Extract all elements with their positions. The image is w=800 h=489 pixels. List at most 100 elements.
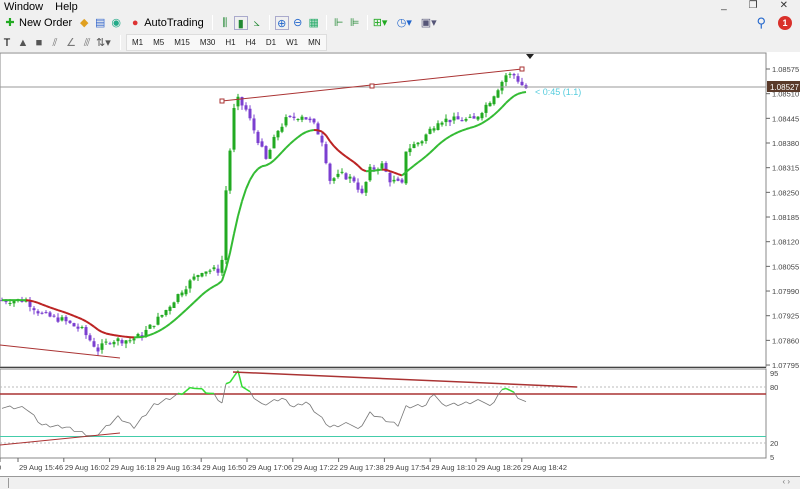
timeframe-h1[interactable]: H1	[220, 38, 240, 47]
candle-body	[436, 123, 440, 130]
candlestick-icon[interactable]: ▮	[233, 15, 248, 30]
candle-body	[368, 166, 372, 181]
candle-body	[112, 341, 116, 345]
candle-body	[48, 312, 52, 317]
candle-body	[440, 122, 444, 125]
chart-shift-icon[interactable]: ⊫	[348, 16, 362, 30]
candle-body	[80, 327, 84, 329]
candle-body	[220, 259, 224, 273]
candle-body	[484, 104, 488, 113]
timeframe-m30[interactable]: M30	[195, 38, 221, 47]
periods-icon[interactable]: ◷▾	[397, 16, 412, 30]
candle-body	[396, 178, 400, 181]
signals-icon[interactable]: ◉	[109, 16, 123, 30]
main-toolbar: ✚ New Order ◆ ▤ ◉ ● AutoTrading ⫼ ▮ ⦣ ⊕ ⊖ …	[0, 13, 437, 32]
candle-body	[352, 177, 356, 182]
chart-svg[interactable]: < 0:45 (1.1) 1.085751.085101.084451.0838…	[0, 52, 800, 476]
candle-body	[476, 116, 480, 120]
menu-bar: Window Help _ ❐ ✕	[0, 0, 800, 14]
ma-segment	[393, 171, 399, 175]
candle-body	[92, 341, 96, 347]
arrows-icon[interactable]: ⇅▾	[96, 36, 111, 50]
candle-body	[252, 118, 256, 131]
channel-icon[interactable]: ⫻	[80, 36, 94, 50]
auto-scroll-icon[interactable]: ⊩	[332, 16, 346, 30]
ma-segment	[61, 310, 67, 314]
candle-body	[496, 90, 500, 98]
timeframe-d1[interactable]: D1	[261, 38, 281, 47]
time-label: 29 Aug 18:26	[477, 463, 521, 472]
new-order-button[interactable]: ✚ New Order	[0, 14, 75, 31]
ma-segment	[317, 129, 323, 133]
candle-body	[500, 81, 504, 91]
angle-icon[interactable]: ∠	[64, 36, 78, 50]
candle-body	[264, 146, 268, 159]
notification-badge[interactable]: 1	[778, 16, 792, 30]
separator	[268, 15, 270, 30]
time-label: 29 Aug 15:46	[19, 463, 63, 472]
separator	[325, 15, 327, 30]
timeframe-m1[interactable]: M1	[127, 38, 148, 47]
timeframe-h4[interactable]: H4	[241, 38, 261, 47]
candle-body	[248, 108, 252, 119]
candle-body	[132, 338, 136, 341]
zoom-out-icon[interactable]: ⊖	[291, 16, 305, 30]
time-label: 29 Aug 18:42	[523, 463, 567, 472]
tile-windows-icon[interactable]: ▦	[307, 16, 321, 30]
bar-chart-icon[interactable]: ⫼	[218, 16, 232, 30]
candle-body	[120, 340, 124, 344]
zoom-in-icon[interactable]: ⊕	[274, 15, 289, 30]
close-icon[interactable]: ✕	[776, 0, 796, 11]
candle-body	[404, 151, 408, 184]
candle-body	[280, 126, 284, 132]
indicators-icon[interactable]: ⊞▾	[373, 16, 388, 30]
scroll-arrows-icon[interactable]: ‹ ›	[782, 477, 790, 486]
fibonacci-icon[interactable]: ⫽	[48, 36, 62, 50]
price-label: 1.08185	[772, 213, 799, 222]
menu-window[interactable]: Window	[0, 1, 51, 13]
timeframe-mn[interactable]: MN	[303, 38, 325, 47]
trend-anchor	[519, 66, 525, 72]
candle-body	[348, 176, 352, 179]
candle-body	[304, 117, 308, 120]
candle-body	[168, 306, 172, 311]
text-label-icon[interactable]: T	[0, 36, 14, 50]
menu-help[interactable]: Help	[51, 1, 86, 13]
autotrading-button[interactable]: ● AutoTrading	[125, 14, 207, 31]
chart-window[interactable]: < 0:45 (1.1) 1.08575 1.08510 1.08445 1.0838…	[0, 52, 800, 476]
market-watch-icon[interactable]: ◆	[77, 16, 91, 30]
candle-body	[392, 179, 396, 182]
navigator-icon[interactable]: ▤	[93, 16, 107, 30]
timeframe-m5[interactable]: M5	[148, 38, 169, 47]
ma-segment	[465, 126, 471, 131]
restore-icon[interactable]: ❐	[745, 0, 766, 11]
candle-body	[152, 325, 156, 327]
arrow-up-icon[interactable]: ▲	[16, 36, 30, 50]
candle-body	[216, 268, 220, 273]
line-chart-icon[interactable]: ⦣	[250, 16, 264, 30]
search-icon[interactable]: ⚲	[756, 15, 766, 31]
timeframe-w1[interactable]: W1	[281, 38, 303, 47]
rectangle-icon[interactable]: ■	[32, 36, 46, 50]
window-controls: _ ❐ ✕	[717, 0, 796, 11]
countdown-label: < 0:45 (1.1)	[535, 87, 581, 97]
price-label: 1.08445	[772, 114, 799, 123]
candle-body	[32, 308, 36, 311]
candle-body	[172, 302, 176, 309]
rsi-label: 95	[770, 369, 778, 378]
timeframe-m15[interactable]: M15	[169, 38, 195, 47]
price-label: 1.07925	[772, 312, 799, 321]
separator	[120, 35, 121, 50]
candle-body	[420, 141, 424, 144]
ma-segment	[117, 334, 123, 338]
ma-segment	[389, 170, 395, 174]
templates-icon[interactable]: ▣▾	[421, 16, 437, 30]
time-label: 0	[0, 463, 1, 472]
minimize-icon[interactable]: _	[717, 0, 735, 11]
time-label: 29 Aug 16:34	[156, 463, 200, 472]
candle-body	[272, 136, 276, 149]
candle-body	[84, 327, 88, 336]
candle-body	[76, 326, 80, 329]
candle-body	[388, 172, 392, 183]
candle-body	[456, 116, 460, 120]
